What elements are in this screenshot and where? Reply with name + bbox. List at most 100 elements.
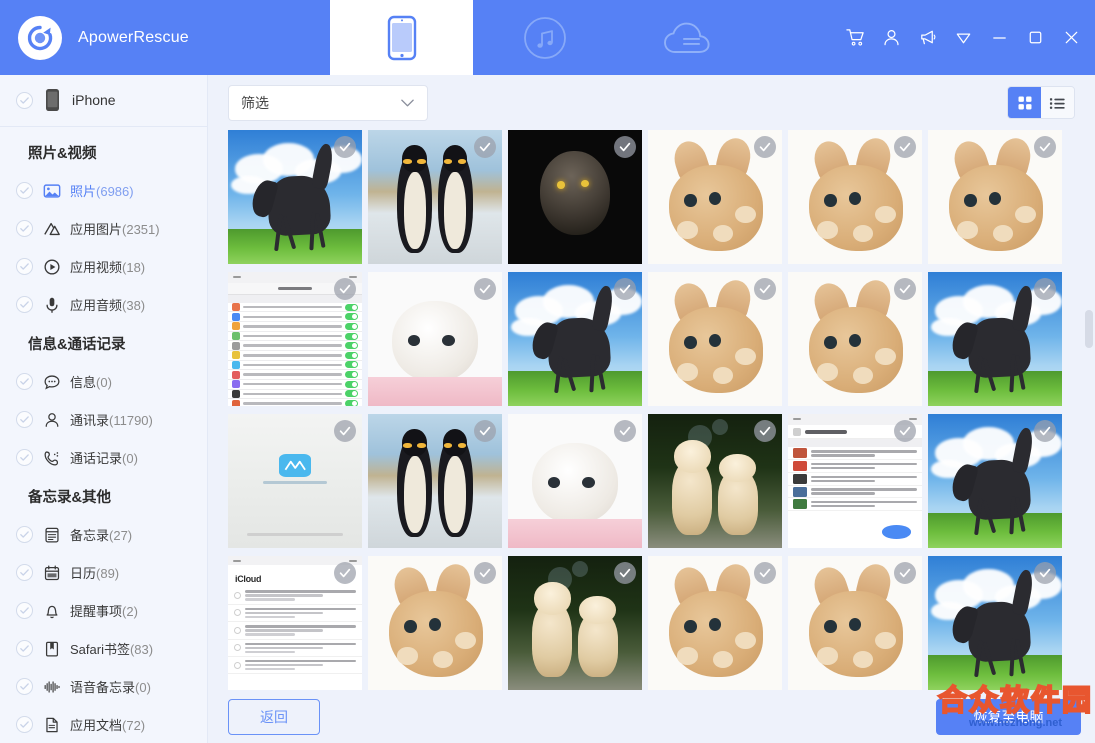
app-window: ApowerRescue [0,0,1095,743]
back-button[interactable]: 返回 [228,699,320,735]
select-checkmark-icon[interactable] [334,136,356,158]
sidebar-item-call-log[interactable]: 通话记录(0) [0,439,207,477]
item-checkbox[interactable] [16,373,33,390]
close-icon[interactable] [1056,23,1086,53]
photo-thumbnail[interactable] [928,556,1062,690]
sidebar-device-row[interactable]: iPhone [0,75,207,127]
photo-thumbnail[interactable] [368,556,502,690]
photo-thumbnail[interactable] [928,272,1062,406]
tab-itunes[interactable] [473,0,616,75]
select-checkmark-icon[interactable] [1034,136,1056,158]
grid-view-icon[interactable] [1008,87,1041,118]
photo-thumbnail[interactable] [508,414,642,548]
iphone-device-icon [43,91,62,110]
maximize-icon[interactable] [1020,23,1050,53]
select-checkmark-icon[interactable] [1034,420,1056,442]
select-checkmark-icon[interactable] [754,136,776,158]
select-checkmark-icon[interactable] [1034,562,1056,584]
photo-thumbnail[interactable]: iCloud [228,556,362,690]
photo-thumbnail[interactable] [508,272,642,406]
photo-thumbnail[interactable] [648,556,782,690]
photo-thumbnail[interactable] [508,130,642,264]
select-checkmark-icon[interactable] [334,562,356,584]
item-checkbox[interactable] [16,564,33,581]
sidebar-item-notes[interactable]: 备忘录(27) [0,516,207,554]
photo-thumbnail[interactable] [228,272,362,406]
photo-thumbnail[interactable] [368,414,502,548]
select-checkmark-icon[interactable] [614,562,636,584]
list-view-icon[interactable] [1041,87,1074,118]
photo-thumbnail[interactable] [928,130,1062,264]
bookmark-icon [42,639,61,658]
photo-thumbnail[interactable] [368,272,502,406]
photo-thumbnail[interactable] [228,414,362,548]
photo-thumbnail[interactable] [788,272,922,406]
photo-thumbnail[interactable] [928,414,1062,548]
photo-thumbnail[interactable] [228,130,362,264]
item-checkbox[interactable] [16,640,33,657]
item-checkbox[interactable] [16,602,33,619]
gallery-scrollbar[interactable] [1085,190,1093,686]
sidebar-item-app-documents[interactable]: 应用文档(72) [0,706,207,743]
select-checkmark-icon[interactable] [614,136,636,158]
photo-thumbnail[interactable] [648,414,782,548]
scrollbar-thumb[interactable] [1085,310,1093,348]
sidebar-item-messages[interactable]: 信息(0) [0,363,207,401]
select-checkmark-icon[interactable] [334,420,356,442]
shopping-cart-icon[interactable] [840,23,870,53]
photo-thumbnail[interactable] [648,130,782,264]
tab-device[interactable] [330,0,473,75]
tab-icloud[interactable] [616,0,759,75]
select-checkmark-icon[interactable] [334,278,356,300]
triangle-down-icon[interactable] [948,23,978,53]
select-checkmark-icon[interactable] [474,278,496,300]
photo-thumbnail[interactable] [648,272,782,406]
item-checkbox[interactable] [16,411,33,428]
item-checkbox[interactable] [16,678,33,695]
item-checkbox[interactable] [16,716,33,733]
select-checkmark-icon[interactable] [1034,278,1056,300]
megaphone-icon[interactable] [912,23,942,53]
photo-thumbnail[interactable] [368,130,502,264]
sidebar-item-reminders[interactable]: 提醒事项(2) [0,592,207,630]
select-checkmark-icon[interactable] [754,562,776,584]
photo-thumbnail[interactable] [788,414,922,548]
select-checkmark-icon[interactable] [754,278,776,300]
item-checkbox[interactable] [16,220,33,237]
item-checkbox[interactable] [16,182,33,199]
gallery-scroll-area[interactable]: iCloud [208,130,1095,690]
select-checkmark-icon[interactable] [474,562,496,584]
item-checkbox[interactable] [16,449,33,466]
minimize-icon[interactable] [984,23,1014,53]
select-checkmark-icon[interactable] [894,562,916,584]
sidebar-item-app-photos[interactable]: 应用图片(2351) [0,210,207,248]
photo-thumbnail[interactable] [788,556,922,690]
select-checkmark-icon[interactable] [614,420,636,442]
sidebar-item-safari-bookmarks[interactable]: Safari书签(83) [0,630,207,668]
photo-thumbnail[interactable] [788,130,922,264]
item-checkbox[interactable] [16,526,33,543]
select-checkmark-icon[interactable] [474,420,496,442]
select-checkmark-icon[interactable] [894,278,916,300]
recover-to-computer-button[interactable]: 恢复至电脑 [936,699,1081,735]
sidebar-item-label: 照片(6986) [70,181,134,200]
sidebar-item-calendar[interactable]: 日历(89) [0,554,207,592]
item-checkbox[interactable] [16,296,33,313]
select-checkmark-icon[interactable] [474,136,496,158]
reminder-icon [42,601,61,620]
sidebar-item-photos[interactable]: 照片(6986) [0,172,207,210]
item-checkbox[interactable] [16,258,33,275]
sidebar-item-app-videos[interactable]: 应用视频(18) [0,248,207,286]
select-checkmark-icon[interactable] [614,278,636,300]
select-checkmark-icon[interactable] [894,136,916,158]
sidebar-item-app-audio[interactable]: 应用音频(38) [0,286,207,324]
device-checkbox[interactable] [16,92,33,109]
select-checkmark-icon[interactable] [754,420,776,442]
select-checkmark-icon[interactable] [894,420,916,442]
sidebar-item-voice-memos[interactable]: 语音备忘录(0) [0,668,207,706]
sidebar-item-contacts[interactable]: 通讯录(11790) [0,401,207,439]
user-icon[interactable] [876,23,906,53]
photo-thumbnail[interactable] [508,556,642,690]
sidebar-item-label: 信息(0) [70,372,112,391]
filter-dropdown[interactable]: 筛选 [228,85,428,121]
